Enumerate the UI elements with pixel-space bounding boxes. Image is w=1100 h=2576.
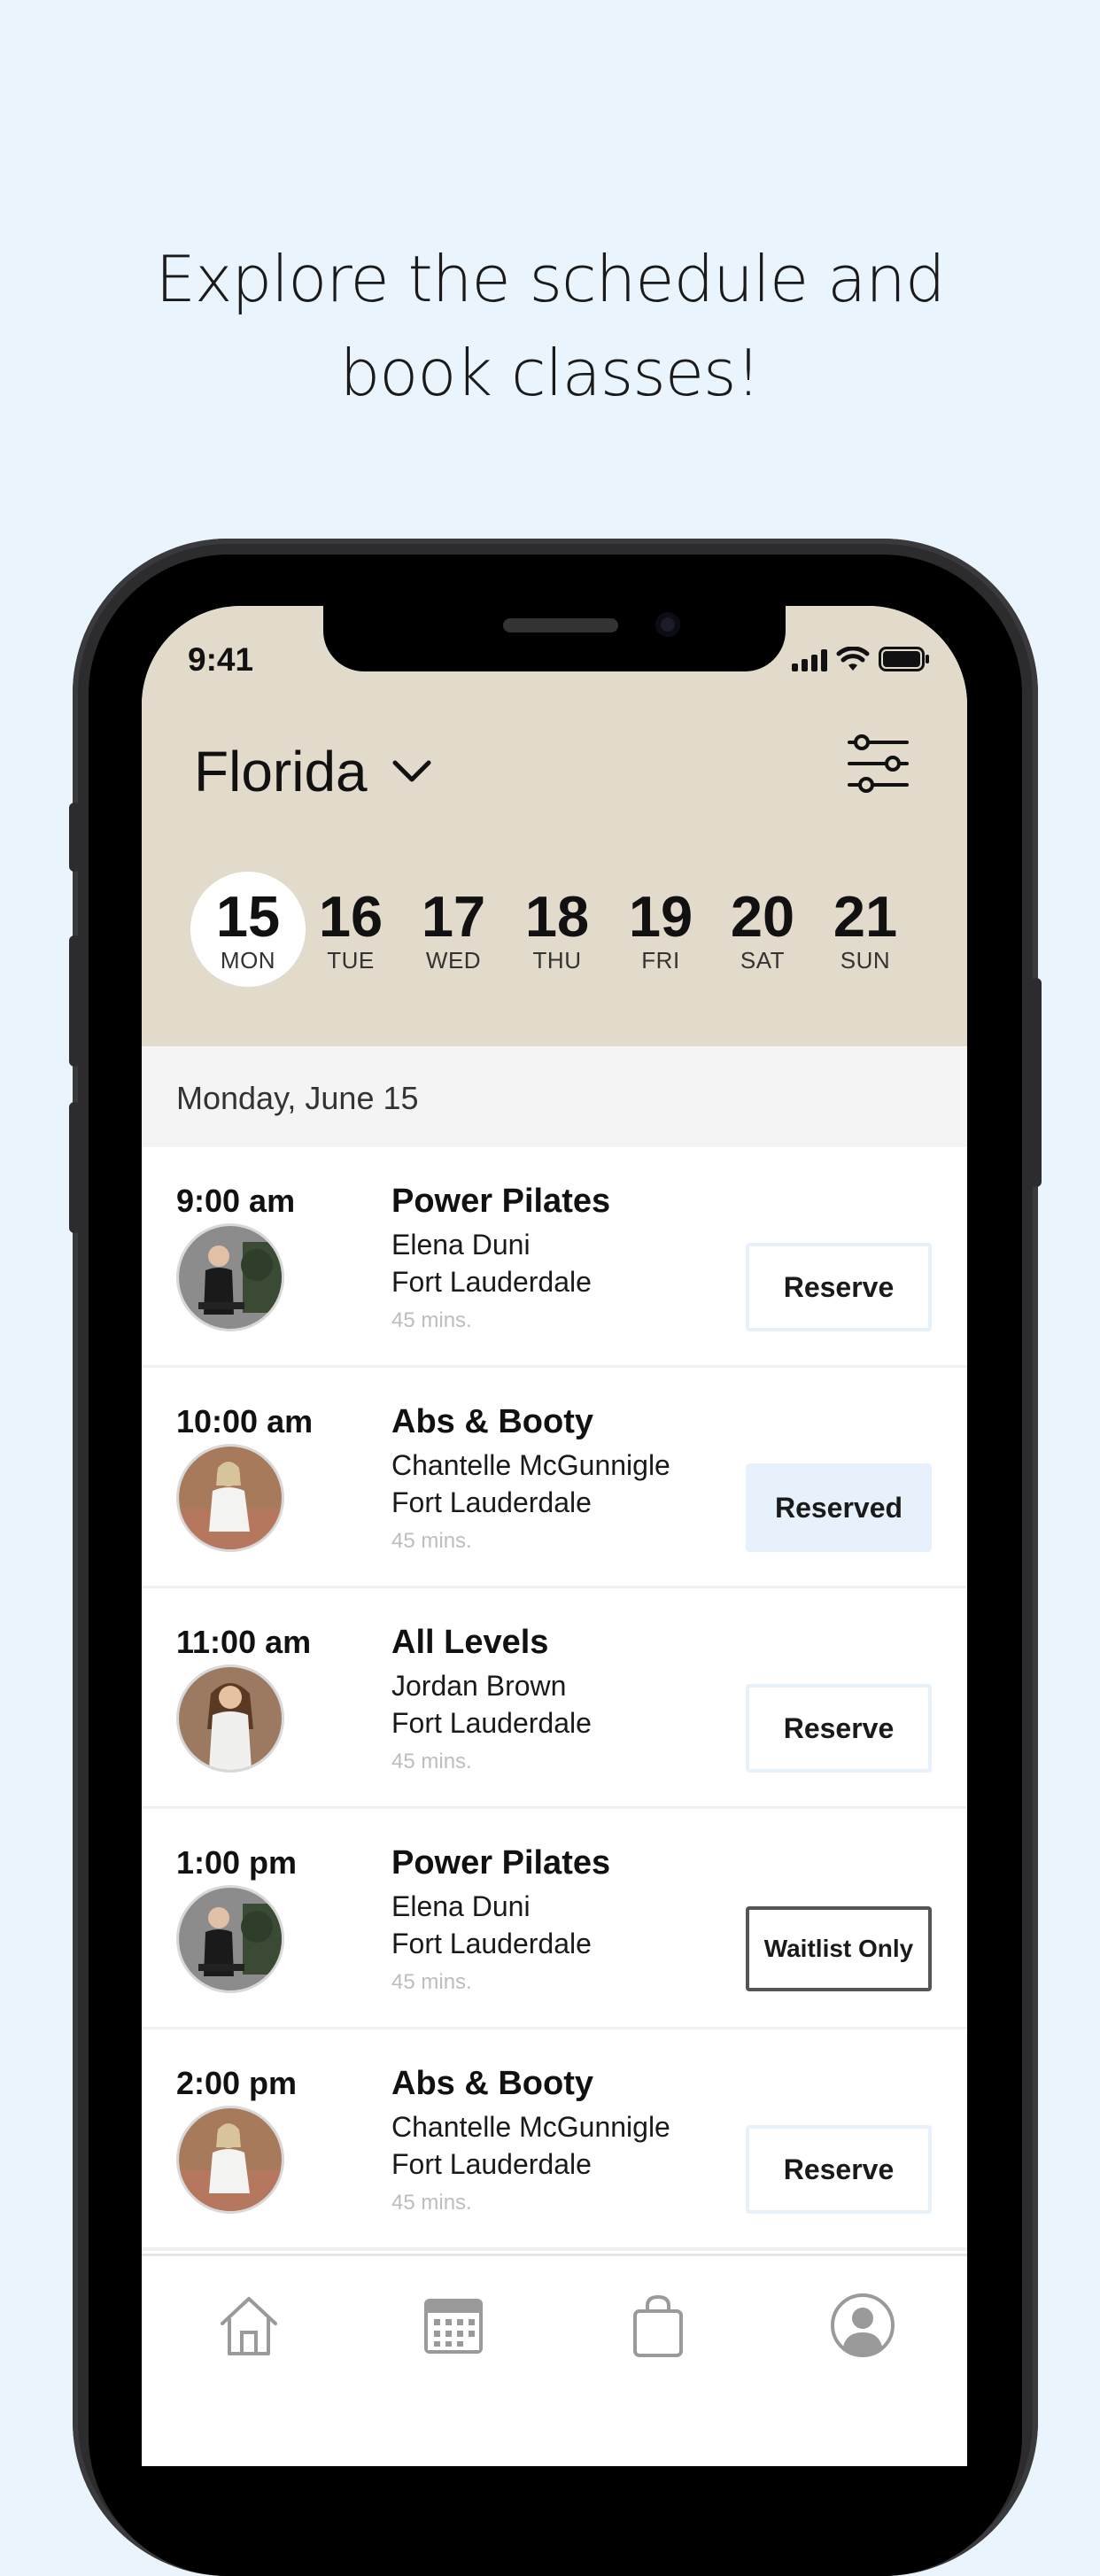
headline-line-2: book classes! [339, 336, 762, 410]
status-time: 9:41 [188, 641, 254, 678]
wifi-icon [836, 647, 870, 671]
cellular-signal-icon [792, 648, 827, 671]
class-duration: 45 mins. [391, 1750, 472, 1773]
class-name: Abs & Booty [391, 2065, 593, 2102]
class-name: Power Pilates [391, 1183, 611, 1220]
class-name: All Levels [391, 1624, 549, 1661]
day-17[interactable]: 17 WED [396, 872, 511, 987]
instructor-name: Elena Duni [391, 1890, 531, 1922]
day-21[interactable]: 21 SUN [808, 872, 923, 987]
instructor-avatar [176, 1885, 284, 1993]
selected-date-bar: Monday, June 15 [142, 1046, 967, 1147]
class-time: 9:00 am [176, 1183, 296, 1219]
notch [323, 606, 786, 671]
day-15[interactable]: 15 MON [190, 872, 306, 987]
day-number: 17 [421, 884, 486, 949]
class-name: Power Pilates [391, 1844, 611, 1882]
day-18[interactable]: 18 THU [500, 872, 615, 987]
instructor-avatar [176, 2106, 284, 2214]
profile-icon[interactable] [829, 2292, 896, 2359]
day-number: 15 [215, 884, 281, 949]
week-day-picker: 15 MON 16 TUE 17 WED 18 THU 19 FRI 20 SA… [190, 872, 917, 987]
shopping-bag-icon[interactable] [624, 2292, 692, 2359]
day-of-week: FRI [641, 947, 680, 974]
day-16[interactable]: 16 TUE [293, 872, 408, 987]
instructor-avatar [176, 1444, 284, 1552]
class-duration: 45 mins. [391, 2191, 472, 2215]
class-row[interactable]: 2:00 pm Abs & Booty Chantelle McGunnigle… [142, 2029, 967, 2251]
mute-switch [69, 803, 80, 872]
class-row[interactable]: 9:00 am Power Pilates Elena Duni Fort La… [142, 1147, 967, 1369]
instructor-name: Elena Duni [391, 1229, 531, 1261]
class-time: 2:00 pm [176, 2065, 298, 2101]
class-location: Fort Lauderdale [391, 1928, 592, 1959]
speaker-grille [503, 618, 618, 632]
filter-sliders-icon[interactable] [847, 734, 909, 793]
home-icon[interactable] [215, 2292, 283, 2359]
instructor-name: Chantelle McGunnigle [391, 2111, 670, 2143]
location-selector[interactable]: Florida [194, 739, 431, 804]
waitlist-button[interactable]: Waitlist Only [746, 1906, 932, 1991]
day-number: 16 [318, 884, 383, 949]
headline-line-1: Explore the schedule and [155, 242, 945, 316]
day-of-week: SUN [840, 947, 891, 974]
selected-date-label: Monday, June 15 [176, 1080, 419, 1116]
class-location: Fort Lauderdale [391, 2148, 592, 2180]
class-duration: 45 mins. [391, 1970, 472, 1994]
reserved-button[interactable]: Reserved [746, 1463, 932, 1552]
day-number: 21 [833, 884, 898, 949]
reserve-button[interactable]: Reserve [746, 1684, 932, 1773]
reserve-button[interactable]: Reserve [746, 2125, 932, 2214]
class-row[interactable]: 10:00 am Abs & Booty Chantelle McGunnigl… [142, 1368, 967, 1589]
power-button [1031, 978, 1042, 1187]
day-of-week: TUE [327, 947, 375, 974]
status-icons [792, 647, 930, 671]
instructor-name: Chantelle McGunnigle [391, 1449, 670, 1481]
calendar-icon[interactable] [420, 2292, 487, 2359]
front-camera [655, 612, 680, 637]
day-20[interactable]: 20 SAT [705, 872, 820, 987]
instructor-name: Jordan Brown [391, 1670, 567, 1702]
headline: Explore the schedule and book classes! [0, 232, 1100, 420]
day-of-week: WED [425, 947, 482, 974]
class-duration: 45 mins. [391, 1308, 472, 1332]
class-time: 10:00 am [176, 1403, 314, 1439]
day-number: 18 [524, 884, 590, 949]
location-label: Florida [194, 740, 368, 803]
reserve-button[interactable]: Reserve [746, 1243, 932, 1331]
volume-up-button [69, 935, 80, 1067]
chevron-down-icon [392, 760, 431, 782]
class-location: Fort Lauderdale [391, 1266, 592, 1298]
battery-icon [879, 647, 929, 671]
day-of-week: MON [220, 947, 276, 974]
volume-down-button [69, 1102, 80, 1233]
day-number: 19 [628, 884, 693, 949]
instructor-avatar [176, 1664, 284, 1773]
class-name: Abs & Booty [391, 1403, 593, 1440]
day-19[interactable]: 19 FRI [603, 872, 718, 987]
day-of-week: SAT [740, 947, 786, 974]
class-row[interactable]: 1:00 pm Power Pilates Elena Duni Fort La… [142, 1809, 967, 2030]
app-header: 9:41 Florida 15 MON 16 TUE 17 WED 18 THU… [142, 606, 967, 1046]
class-row[interactable]: 11:00 am All Levels Jordan Brown Fort La… [142, 1588, 967, 1810]
phone-screen: 9:41 Florida 15 MON 16 TUE 17 WED 18 THU… [142, 606, 967, 2466]
instructor-avatar [176, 1223, 284, 1331]
class-duration: 45 mins. [391, 1529, 472, 1553]
day-number: 20 [730, 884, 795, 949]
class-location: Fort Lauderdale [391, 1707, 592, 1739]
class-time: 11:00 am [176, 1624, 312, 1660]
class-location: Fort Lauderdale [391, 1486, 592, 1518]
bottom-tab-bar [142, 2254, 967, 2466]
day-of-week: THU [532, 947, 582, 974]
class-time: 1:00 pm [176, 1844, 298, 1881]
